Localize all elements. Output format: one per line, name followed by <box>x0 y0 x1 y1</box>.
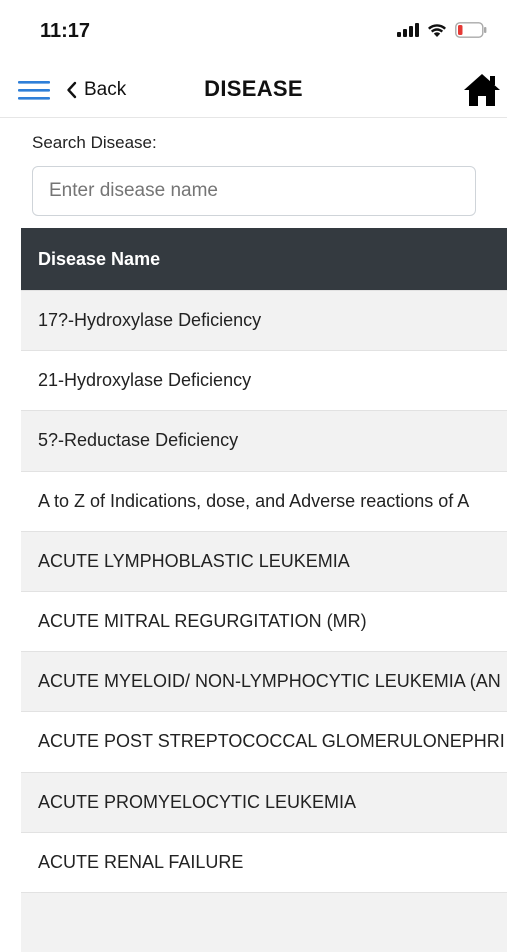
wifi-icon <box>428 23 446 37</box>
battery-low-icon <box>455 22 487 38</box>
table-row[interactable]: ACUTE POST STREPTOCOCCAL GLOMERULONEPHRI <box>21 711 507 772</box>
table-body: 17?-Hydroxylase Deficiency 21-Hydroxylas… <box>21 290 507 952</box>
status-time: 11:17 <box>40 20 91 42</box>
table-row[interactable]: ACUTE PROMYELOCYTIC LEUKEMIA <box>21 771 507 832</box>
table-row[interactable]: ACUTE MYELOID/ NON-LYMPHOCYTIC LEUKEMIA … <box>21 651 507 712</box>
table-row[interactable]: A to Z of Indications, dose, and Adverse… <box>21 470 507 531</box>
disease-table: Disease Name 17?-Hydroxylase Deficiency … <box>21 228 507 952</box>
home-icon[interactable] <box>463 72 501 108</box>
table-row[interactable]: ACUTE LYMPHOBLASTIC LEUKEMIA <box>21 530 507 591</box>
table-row[interactable]: 5?-Reductase Deficiency <box>21 410 507 471</box>
search-label: Search Disease: <box>32 133 157 152</box>
table-row[interactable]: 21-Hydroxylase Deficiency <box>21 350 507 411</box>
cellular-signal-icon <box>397 23 419 37</box>
table-row[interactable]: ACUTE MITRAL REGURGITATION (MR) <box>21 590 507 652</box>
search-input[interactable] <box>32 166 476 216</box>
page-title: DISEASE <box>204 76 303 101</box>
status-bar: 11:17 <box>0 0 507 62</box>
table-header-disease-name: Disease Name <box>21 228 507 290</box>
navigation-bar: Back DISEASE <box>0 62 507 118</box>
table-row[interactable]: ACUTE RENAL FAILURE <box>21 831 507 892</box>
table-row[interactable]: 17?-Hydroxylase Deficiency <box>21 290 507 351</box>
table-row[interactable] <box>21 891 507 952</box>
status-icons <box>397 22 487 38</box>
